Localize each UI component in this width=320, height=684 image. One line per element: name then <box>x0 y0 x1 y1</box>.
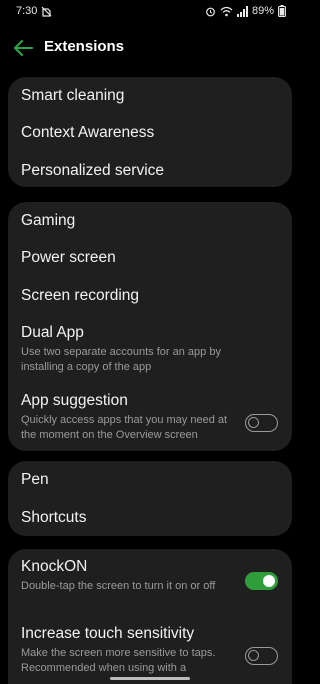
screen-recording-item[interactable]: Screen recording <box>8 286 292 306</box>
item-label: Increase touch sensitivity <box>21 625 195 642</box>
item-label: Personalized service <box>21 162 165 179</box>
app-bar: Extensions <box>0 30 300 66</box>
back-arrow-icon[interactable] <box>12 38 34 58</box>
settings-group-3: Pen Shortcuts <box>8 461 292 536</box>
item-label: Screen recording <box>21 287 140 304</box>
personalized-service-item[interactable]: Personalized service <box>8 161 292 181</box>
toggle-knob <box>248 417 259 428</box>
item-label: Smart cleaning <box>21 87 125 104</box>
app-suggestion-item[interactable]: App suggestion Quickly access apps that … <box>8 391 292 443</box>
toggle-knob <box>263 575 275 587</box>
alarm-icon <box>205 6 216 17</box>
touch-sensitivity-toggle[interactable] <box>245 647 278 665</box>
smart-cleaning-item[interactable]: Smart cleaning <box>8 86 292 106</box>
pen-item[interactable]: Pen <box>8 470 292 490</box>
knockon-item[interactable]: KnockON Double-tap the screen to turn it… <box>8 557 292 594</box>
battery-icon <box>278 5 286 17</box>
settings-group-1: Smart cleaning Context Awareness Persona… <box>8 77 292 187</box>
no-notification-icon <box>41 6 52 17</box>
context-awareness-item[interactable]: Context Awareness <box>8 123 292 143</box>
signal-icon <box>236 5 248 17</box>
settings-group-2: Gaming Power screen Screen recording Dua… <box>8 202 292 451</box>
item-label: Shortcuts <box>21 509 87 526</box>
item-description: Use two separate accounts for an app by … <box>21 346 221 373</box>
page-title: Extensions <box>44 38 125 55</box>
wifi-icon <box>220 6 233 17</box>
item-label: Gaming <box>21 212 76 229</box>
gaming-item[interactable]: Gaming <box>8 211 292 231</box>
dual-app-item[interactable]: Dual App Use two separate accounts for a… <box>8 323 292 375</box>
knockon-toggle[interactable] <box>245 572 278 590</box>
item-description: Double-tap the screen to turn it on or o… <box>21 580 216 592</box>
app-suggestion-toggle[interactable] <box>245 414 278 432</box>
item-label: Dual App <box>21 324 84 341</box>
clock: 7:30 <box>16 5 38 17</box>
status-bar: 7:30 89% <box>0 0 300 24</box>
item-label: Pen <box>21 471 49 488</box>
item-label: Power screen <box>21 249 116 266</box>
touch-sensitivity-item[interactable]: Increase touch sensitivity Make the scre… <box>8 624 292 676</box>
battery-percent: 89% <box>251 5 274 17</box>
settings-group-4: KnockON Double-tap the screen to turn it… <box>8 549 292 684</box>
item-label: KnockON <box>21 558 88 575</box>
item-label: Context Awareness <box>21 124 155 141</box>
toggle-knob <box>248 650 259 661</box>
item-description: Make the screen more sensitive to taps. … <box>21 647 216 674</box>
gesture-navigation-bar[interactable] <box>110 677 190 680</box>
power-screen-item[interactable]: Power screen <box>8 248 292 268</box>
shortcuts-item[interactable]: Shortcuts <box>8 508 292 528</box>
item-description: Quickly access apps that you may need at… <box>21 414 228 441</box>
item-label: App suggestion <box>21 392 128 409</box>
